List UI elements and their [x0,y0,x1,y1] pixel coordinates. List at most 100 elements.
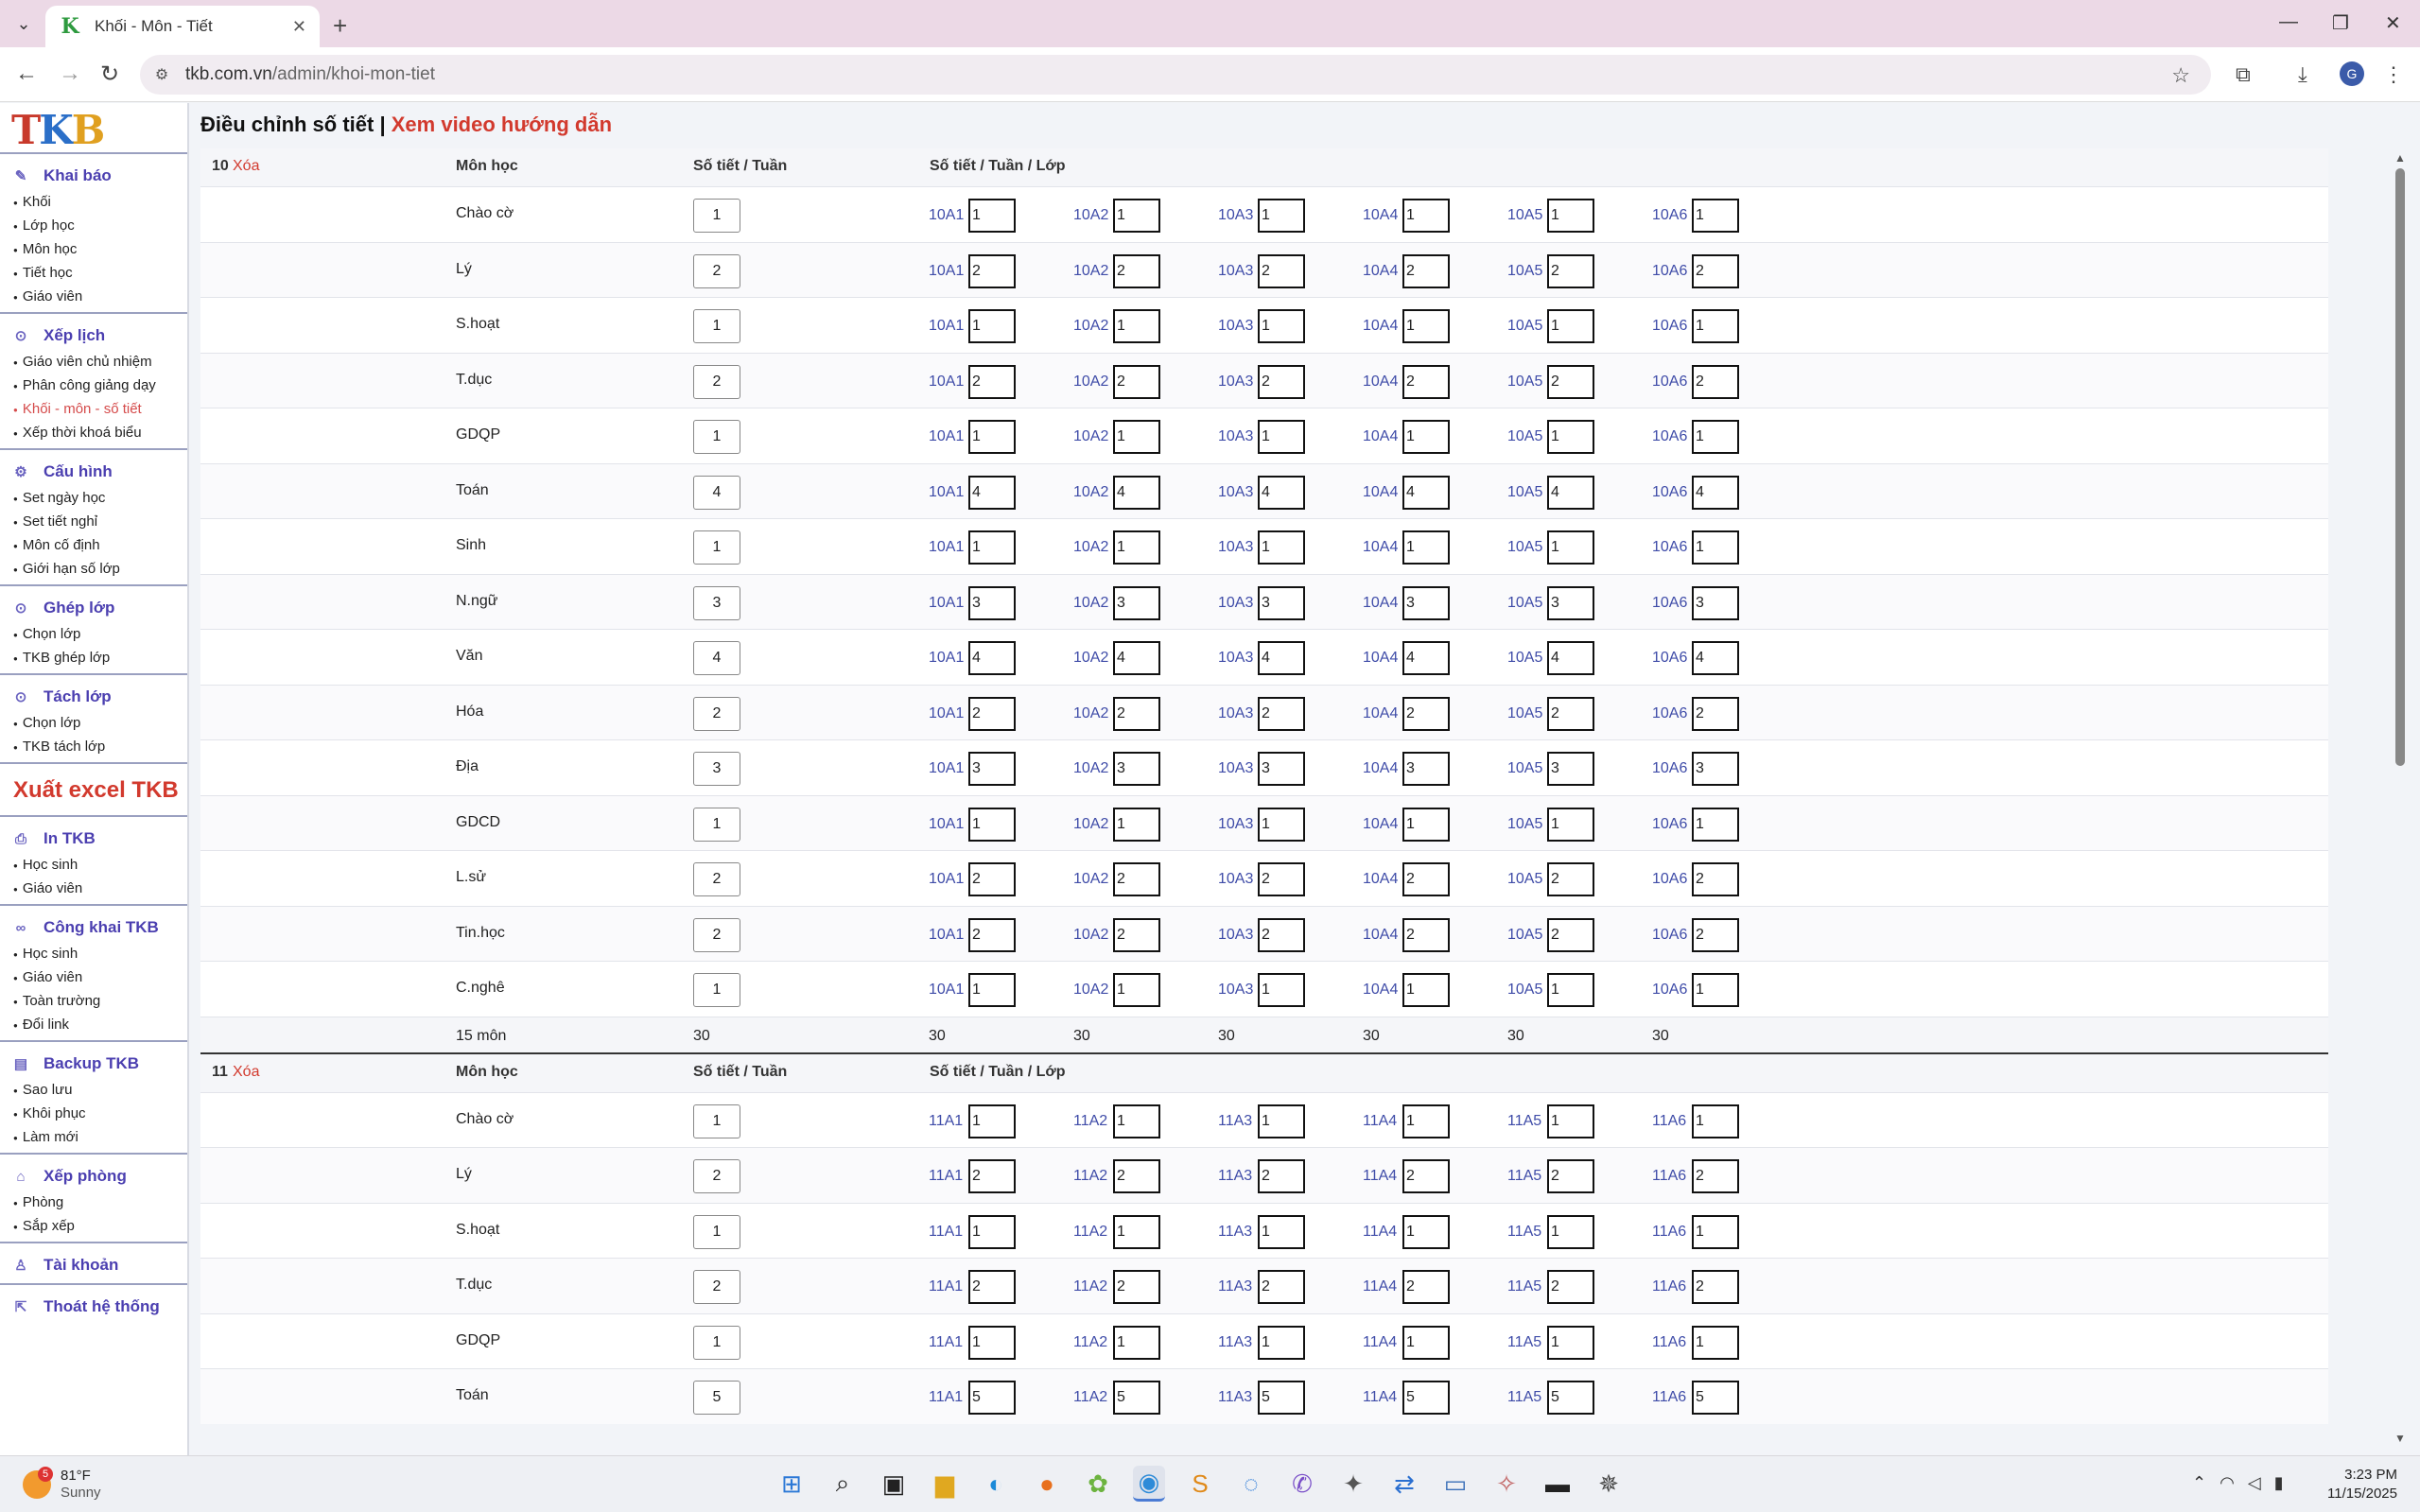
class-hours-input[interactable]: 2 [1402,364,1450,399]
class-hours-input[interactable]: 1 [968,1214,1016,1249]
class-hours-input[interactable]: 3 [1258,585,1305,620]
class-link[interactable]: 10A5 [1507,871,1547,888]
class-hours-input[interactable]: 2 [1258,696,1305,731]
class-link[interactable]: 10A6 [1652,871,1692,888]
weekly-total-input[interactable]: 4 [693,475,740,510]
class-hours-input[interactable]: 1 [1402,1325,1450,1360]
class-hours-input[interactable]: 4 [968,641,1016,675]
class-link[interactable]: 11A2 [1073,1168,1113,1185]
class-hours-input[interactable]: 2 [968,253,1016,288]
class-link[interactable]: 10A5 [1507,816,1547,833]
game-icon[interactable]: ✦ [1337,1466,1369,1502]
class-link[interactable]: 10A5 [1507,207,1547,224]
class-hours-input[interactable]: 2 [1547,253,1594,288]
class-link[interactable]: 10A1 [929,982,968,999]
class-hours-input[interactable]: 1 [968,1104,1016,1138]
class-link[interactable]: 11A2 [1073,1389,1113,1406]
class-link[interactable]: 11A5 [1507,1224,1547,1241]
sidebar-item-xep-tkb[interactable]: Xếp thời khoá biểu [0,421,187,444]
class-link[interactable]: 10A5 [1507,595,1547,612]
viber-icon[interactable]: ✆ [1286,1466,1318,1502]
class-link[interactable]: 10A5 [1507,927,1547,944]
class-link[interactable]: 11A6 [1652,1389,1692,1406]
class-hours-input[interactable]: 2 [1692,253,1739,288]
class-hours-input[interactable]: 2 [1402,917,1450,952]
class-link[interactable]: 11A3 [1218,1113,1258,1130]
class-hours-input[interactable]: 2 [968,696,1016,731]
class-link[interactable]: 10A6 [1652,428,1692,445]
class-link[interactable]: 10A1 [929,374,968,391]
class-link[interactable]: 11A3 [1218,1224,1258,1241]
search-icon[interactable]: ⌕ [827,1466,859,1502]
class-link[interactable]: 10A3 [1218,760,1258,777]
class-link[interactable]: 10A6 [1652,207,1692,224]
sidebar-item-tiet-hoc[interactable]: Tiết học [0,261,187,285]
class-hours-input[interactable]: 4 [1547,475,1594,510]
class-hours-input[interactable]: 1 [1402,530,1450,565]
weekly-total-input[interactable]: 1 [693,1214,740,1249]
class-hours-input[interactable]: 2 [1258,917,1305,952]
class-link[interactable]: 10A3 [1218,650,1258,667]
class-hours-input[interactable]: 2 [1547,917,1594,952]
class-link[interactable]: 10A4 [1363,816,1402,833]
class-link[interactable]: 11A1 [929,1389,968,1406]
class-hours-input[interactable]: 1 [1113,1214,1160,1249]
class-link[interactable]: 10A6 [1652,484,1692,501]
class-hours-input[interactable]: 5 [968,1381,1016,1415]
sidebar-item-set-ngay-hoc[interactable]: Set ngày học [0,486,187,510]
class-link[interactable]: 11A4 [1363,1389,1402,1406]
class-hours-input[interactable]: 2 [1402,1270,1450,1304]
class-link[interactable]: 11A1 [929,1113,968,1130]
class-hours-input[interactable]: 1 [1692,530,1739,565]
class-link[interactable]: 10A4 [1363,982,1402,999]
class-hours-input[interactable]: 1 [1692,1214,1739,1249]
class-hours-input[interactable]: 2 [1113,1159,1160,1193]
class-link[interactable]: 10A1 [929,871,968,888]
class-hours-input[interactable]: 1 [968,530,1016,565]
class-link[interactable]: 11A3 [1218,1334,1258,1351]
delete-grade-link[interactable]: Xóa [233,158,259,175]
class-link[interactable]: 10A4 [1363,374,1402,391]
sidebar-item-ck-giao-vien[interactable]: Giáo viên [0,965,187,989]
chevron-up-icon[interactable]: ⌃ [2192,1473,2206,1493]
section-cong-khai-title[interactable]: ∞ Công khai TKB [0,913,187,942]
class-link[interactable]: 11A2 [1073,1113,1113,1130]
class-link[interactable]: 11A6 [1652,1224,1692,1241]
class-hours-input[interactable]: 2 [1113,696,1160,731]
class-link[interactable]: 10A5 [1507,705,1547,722]
class-hours-input[interactable]: 1 [1402,309,1450,343]
class-link[interactable]: 10A6 [1652,650,1692,667]
class-hours-input[interactable]: 1 [1547,1325,1594,1360]
class-hours-input[interactable]: 1 [968,309,1016,343]
class-hours-input[interactable]: 5 [1258,1381,1305,1415]
class-hours-input[interactable]: 2 [1692,364,1739,399]
tkb-logo[interactable]: TKB [11,107,187,153]
task-view-icon[interactable]: ▣ [878,1466,910,1502]
class-hours-input[interactable]: 3 [1547,585,1594,620]
menu-icon[interactable]: ⋮ [2383,62,2404,87]
download-icon[interactable]: ⤓ [2298,62,2307,87]
sidebar-item-sap-xep[interactable]: Sắp xếp [0,1214,187,1238]
class-hours-input[interactable]: 4 [1258,641,1305,675]
class-hours-input[interactable]: 2 [968,862,1016,896]
class-hours-input[interactable]: 2 [1402,862,1450,896]
class-link[interactable]: 10A3 [1218,207,1258,224]
sidebar-item-in-giao-vien[interactable]: Giáo viên [0,877,187,900]
class-hours-input[interactable]: 5 [1402,1381,1450,1415]
class-link[interactable]: 10A2 [1073,318,1113,335]
class-link[interactable]: 11A2 [1073,1334,1113,1351]
class-link[interactable]: 10A2 [1073,927,1113,944]
weekly-total-input[interactable]: 4 [693,641,740,675]
class-hours-input[interactable]: 1 [1547,530,1594,565]
class-link[interactable]: 11A6 [1652,1168,1692,1185]
class-link[interactable]: 10A4 [1363,760,1402,777]
class-hours-input[interactable]: 1 [1258,973,1305,1007]
class-hours-input[interactable]: 4 [1258,475,1305,510]
class-link[interactable]: 10A3 [1218,705,1258,722]
class-hours-input[interactable]: 1 [1258,1104,1305,1138]
class-link[interactable]: 10A2 [1073,374,1113,391]
class-hours-input[interactable]: 1 [968,199,1016,233]
weekly-total-input[interactable]: 5 [693,1381,740,1415]
class-hours-input[interactable]: 5 [1692,1381,1739,1415]
class-hours-input[interactable]: 2 [1258,1270,1305,1304]
